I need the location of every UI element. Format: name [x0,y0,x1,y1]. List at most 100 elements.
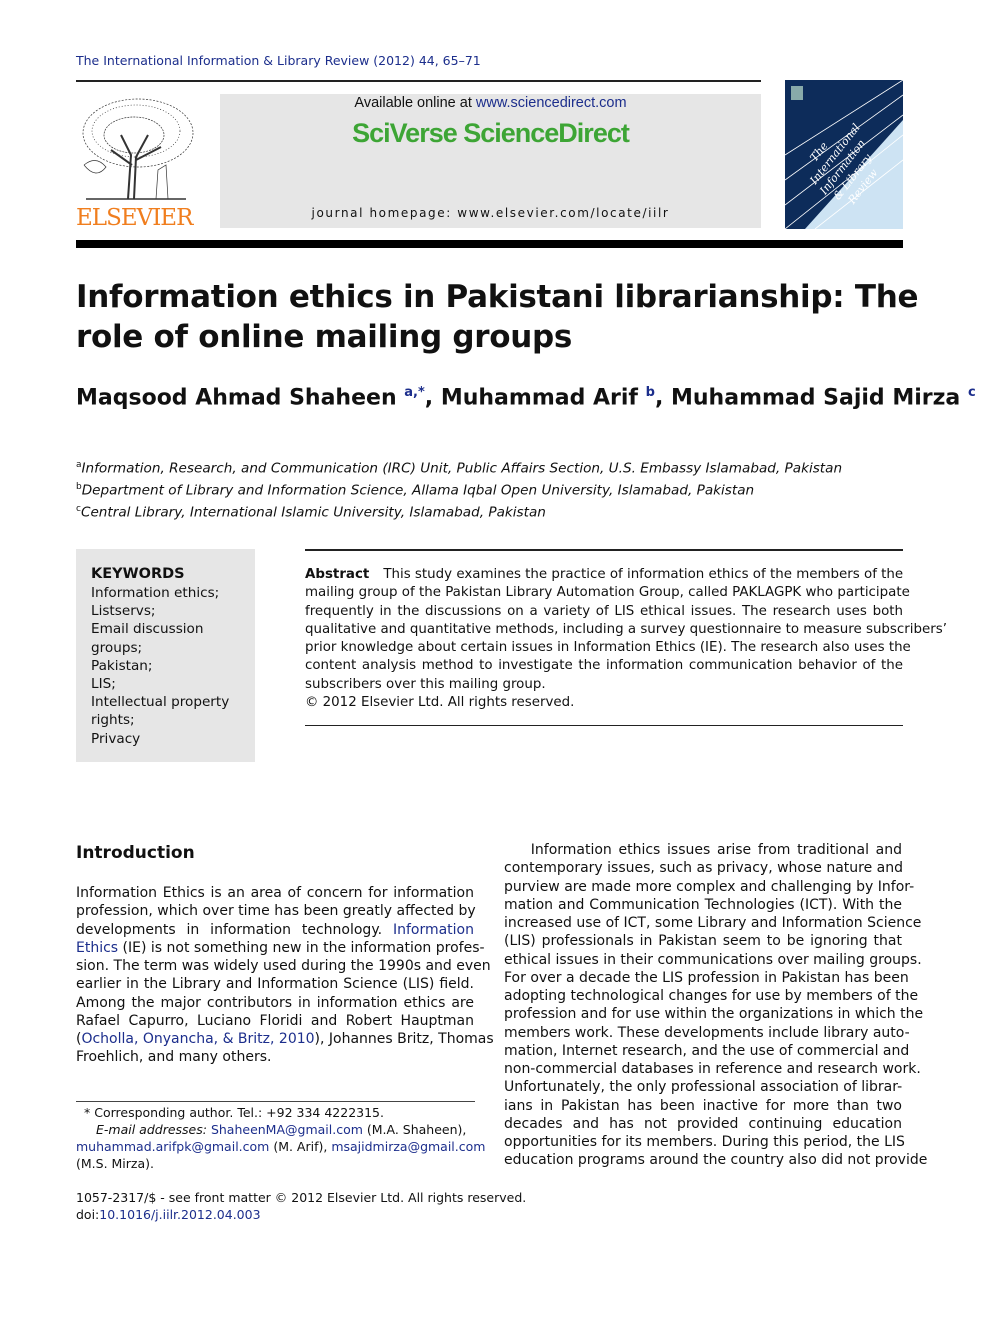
text: decades and has not provided continuing … [504,1115,902,1132]
text-line: adopting technological changes for use b… [504,987,918,1005]
text: (M.A. Shaheen), [362,1122,467,1137]
affiliations: aInformation, Research, and Communicatio… [76,456,842,522]
abstract-line: frequently in the discussions on a varie… [305,603,903,621]
text: Rafael Capurro, Luciano Floridi and Robe… [76,1012,474,1029]
text: non-commercial databases in reference an… [504,1061,921,1077]
abstract-text: qualitative and quantitative methods, in… [305,621,947,637]
text-line: decades and has not provided continuing … [504,1115,902,1133]
text: Information ethics issues arise from tra… [504,842,902,858]
keyword: Privacy [91,730,141,747]
sciencedirect-link[interactable]: www.sciencedirect.com [476,95,627,111]
abstract-label: Abstract [305,567,370,582]
keyword: LIS; [91,676,116,693]
reference-link[interactable]: Ocholla, Onyancha, & Britz, 2010 [81,1031,314,1047]
reference-link[interactable]: Ethics [76,940,118,956]
text-line: earlier in the Library and Information S… [76,975,474,993]
text: members work. These developments include… [504,1024,910,1041]
abstract-text: subscribers over this mailing group. [305,676,546,692]
running-head[interactable]: The International Information & Library … [76,53,481,68]
keyword: Pakistan; [91,657,153,674]
section-heading-introduction: Introduction [76,843,195,863]
elsevier-logo[interactable]: ELSEVIER [76,95,198,233]
text-line: For over a decade the LIS profession in … [504,969,909,987]
keywords-box: KEYWORDS Information ethics; Listservs; Em… [76,549,255,762]
sciencedirect-banner: Available online at www.sciencedirect.co… [220,94,761,228]
text-line: Among the major contributors in informat… [76,994,474,1012]
text-line: purview are made more complex and challe… [504,878,914,896]
text: ), Johannes Britz, Thomas [314,1031,494,1047]
elsevier-wordmark: ELSEVIER [76,205,193,231]
text: opportunities for its members. During th… [504,1134,905,1150]
text: mation, Internet research, and the use o… [504,1042,910,1059]
text-line: increased use of ICT, some Library and I… [504,914,921,932]
author-name: Muhammad Arif [440,385,638,411]
footnote-rule [76,1101,475,1102]
journal-homepage[interactable]: journal homepage: www.elsevier.com/locat… [220,206,761,220]
text-line: members work. These developments include… [504,1024,910,1042]
text-line: developments in information technology. … [76,921,474,939]
text-line: Rafael Capurro, Luciano Floridi and Robe… [76,1012,474,1030]
text: purview are made more complex and challe… [504,878,915,895]
text: Among the major contributors in informat… [76,994,474,1011]
available-online: Available online at www.sciencedirect.co… [220,95,761,111]
text-line: Ethics (IE) is not something new in the … [76,939,485,957]
article-page: The International Information & Library … [0,0,992,1323]
reference-link[interactable]: msajidmirza@gmail.com [331,1139,485,1154]
text: ians in Pakistan has been inactive for m… [504,1097,902,1114]
author-affiliation-mark[interactable]: a,* [404,385,425,400]
text-line: sion. The term was widely used during th… [76,957,491,975]
doi-link[interactable]: 10.1016/j.iilr.2012.04.003 [99,1207,260,1222]
text: ethical issues in their communications o… [504,951,922,968]
text: adopting technological changes for use b… [504,988,919,1004]
text: * Corresponding author. Tel.: +92 334 42… [84,1105,384,1120]
reference-link[interactable]: Information [393,922,474,938]
text: earlier in the Library and Information S… [76,976,474,993]
journal-cover[interactable]: The International Information & Library … [785,80,903,229]
sciverse-logo[interactable]: SciVerse ScienceDirect [220,118,761,149]
abstract-text: prior knowledge about certain issues in … [305,640,911,656]
abstract-bottom-rule [305,725,903,726]
affiliation: aInformation, Research, and Communicatio… [76,456,842,478]
affiliation: cCentral Library, International Islamic … [76,500,842,522]
text: sion. The term was widely used during th… [76,958,491,974]
reference-link[interactable]: muhammad.arifpk@gmail.com [76,1139,269,1154]
text-line: education programs around the country al… [504,1151,927,1169]
title-line: Information ethics in Pakistani libraria… [76,279,919,315]
abstract-text: mailing group of the Pakistan Library Au… [305,585,910,601]
issn-line: 1057-2317/$ - see front matter © 2012 El… [76,1190,527,1205]
author-affiliation-mark[interactable]: c [968,385,976,400]
header-thick-rule [76,240,903,248]
text-line: E-mail addresses: ShaheenMA@gmail.com (M… [76,1121,474,1138]
abstract-line: mailing group of the Pakistan Library Au… [305,584,910,602]
header-rule [76,80,761,82]
text-line: mation, Internet research, and the use o… [504,1042,909,1060]
text-line: Information ethics issues arise from tra… [504,841,902,859]
text: education programs around the country al… [504,1152,928,1169]
text: Froehlich, and many others. [76,1049,272,1066]
text-line: Information Ethics is an area of concern… [76,884,474,902]
abstract-text: This study examines the practice of info… [383,567,904,582]
text: mation and Communication Technologies (I… [504,896,902,913]
text: (IE) is not something new in the informa… [118,939,485,956]
text-line: opportunities for its members. During th… [504,1133,905,1151]
reference-link[interactable]: ShaheenMA@gmail.com [211,1122,363,1137]
text: For over a decade the LIS profession in … [504,969,909,986]
abstract-line: qualitative and quantitative methods, in… [305,621,947,639]
author-affiliation-mark[interactable]: b [646,385,655,400]
text: Unfortunately, the only professional ass… [504,1079,903,1096]
abstract-copyright: © 2012 Elsevier Ltd. All rights reserved… [305,695,575,711]
text: Information Ethics is an area of concern… [76,885,474,901]
available-label: Available online at [354,95,476,111]
keyword: Intellectual property [91,694,230,711]
doi-line: doi:10.1016/j.iilr.2012.04.003 [76,1207,526,1224]
text-line: (LIS) professionals in Pakistan seem to … [504,932,902,950]
affiliation-text: Central Library, International Islamic U… [80,504,546,521]
author-separator: , [654,385,671,411]
text-line: non-commercial databases in reference an… [504,1060,921,1078]
keyword: Email discussion [91,621,204,638]
affiliation: bDepartment of Library and Information S… [76,478,842,500]
cover-art: The International Information & Library … [785,80,903,229]
text: (LIS) professionals in Pakistan seem to … [504,933,902,950]
text-line: Unfortunately, the only professional ass… [504,1078,902,1096]
text-line: muhammad.arifpk@gmail.com (M. Arif), msa… [76,1138,485,1155]
